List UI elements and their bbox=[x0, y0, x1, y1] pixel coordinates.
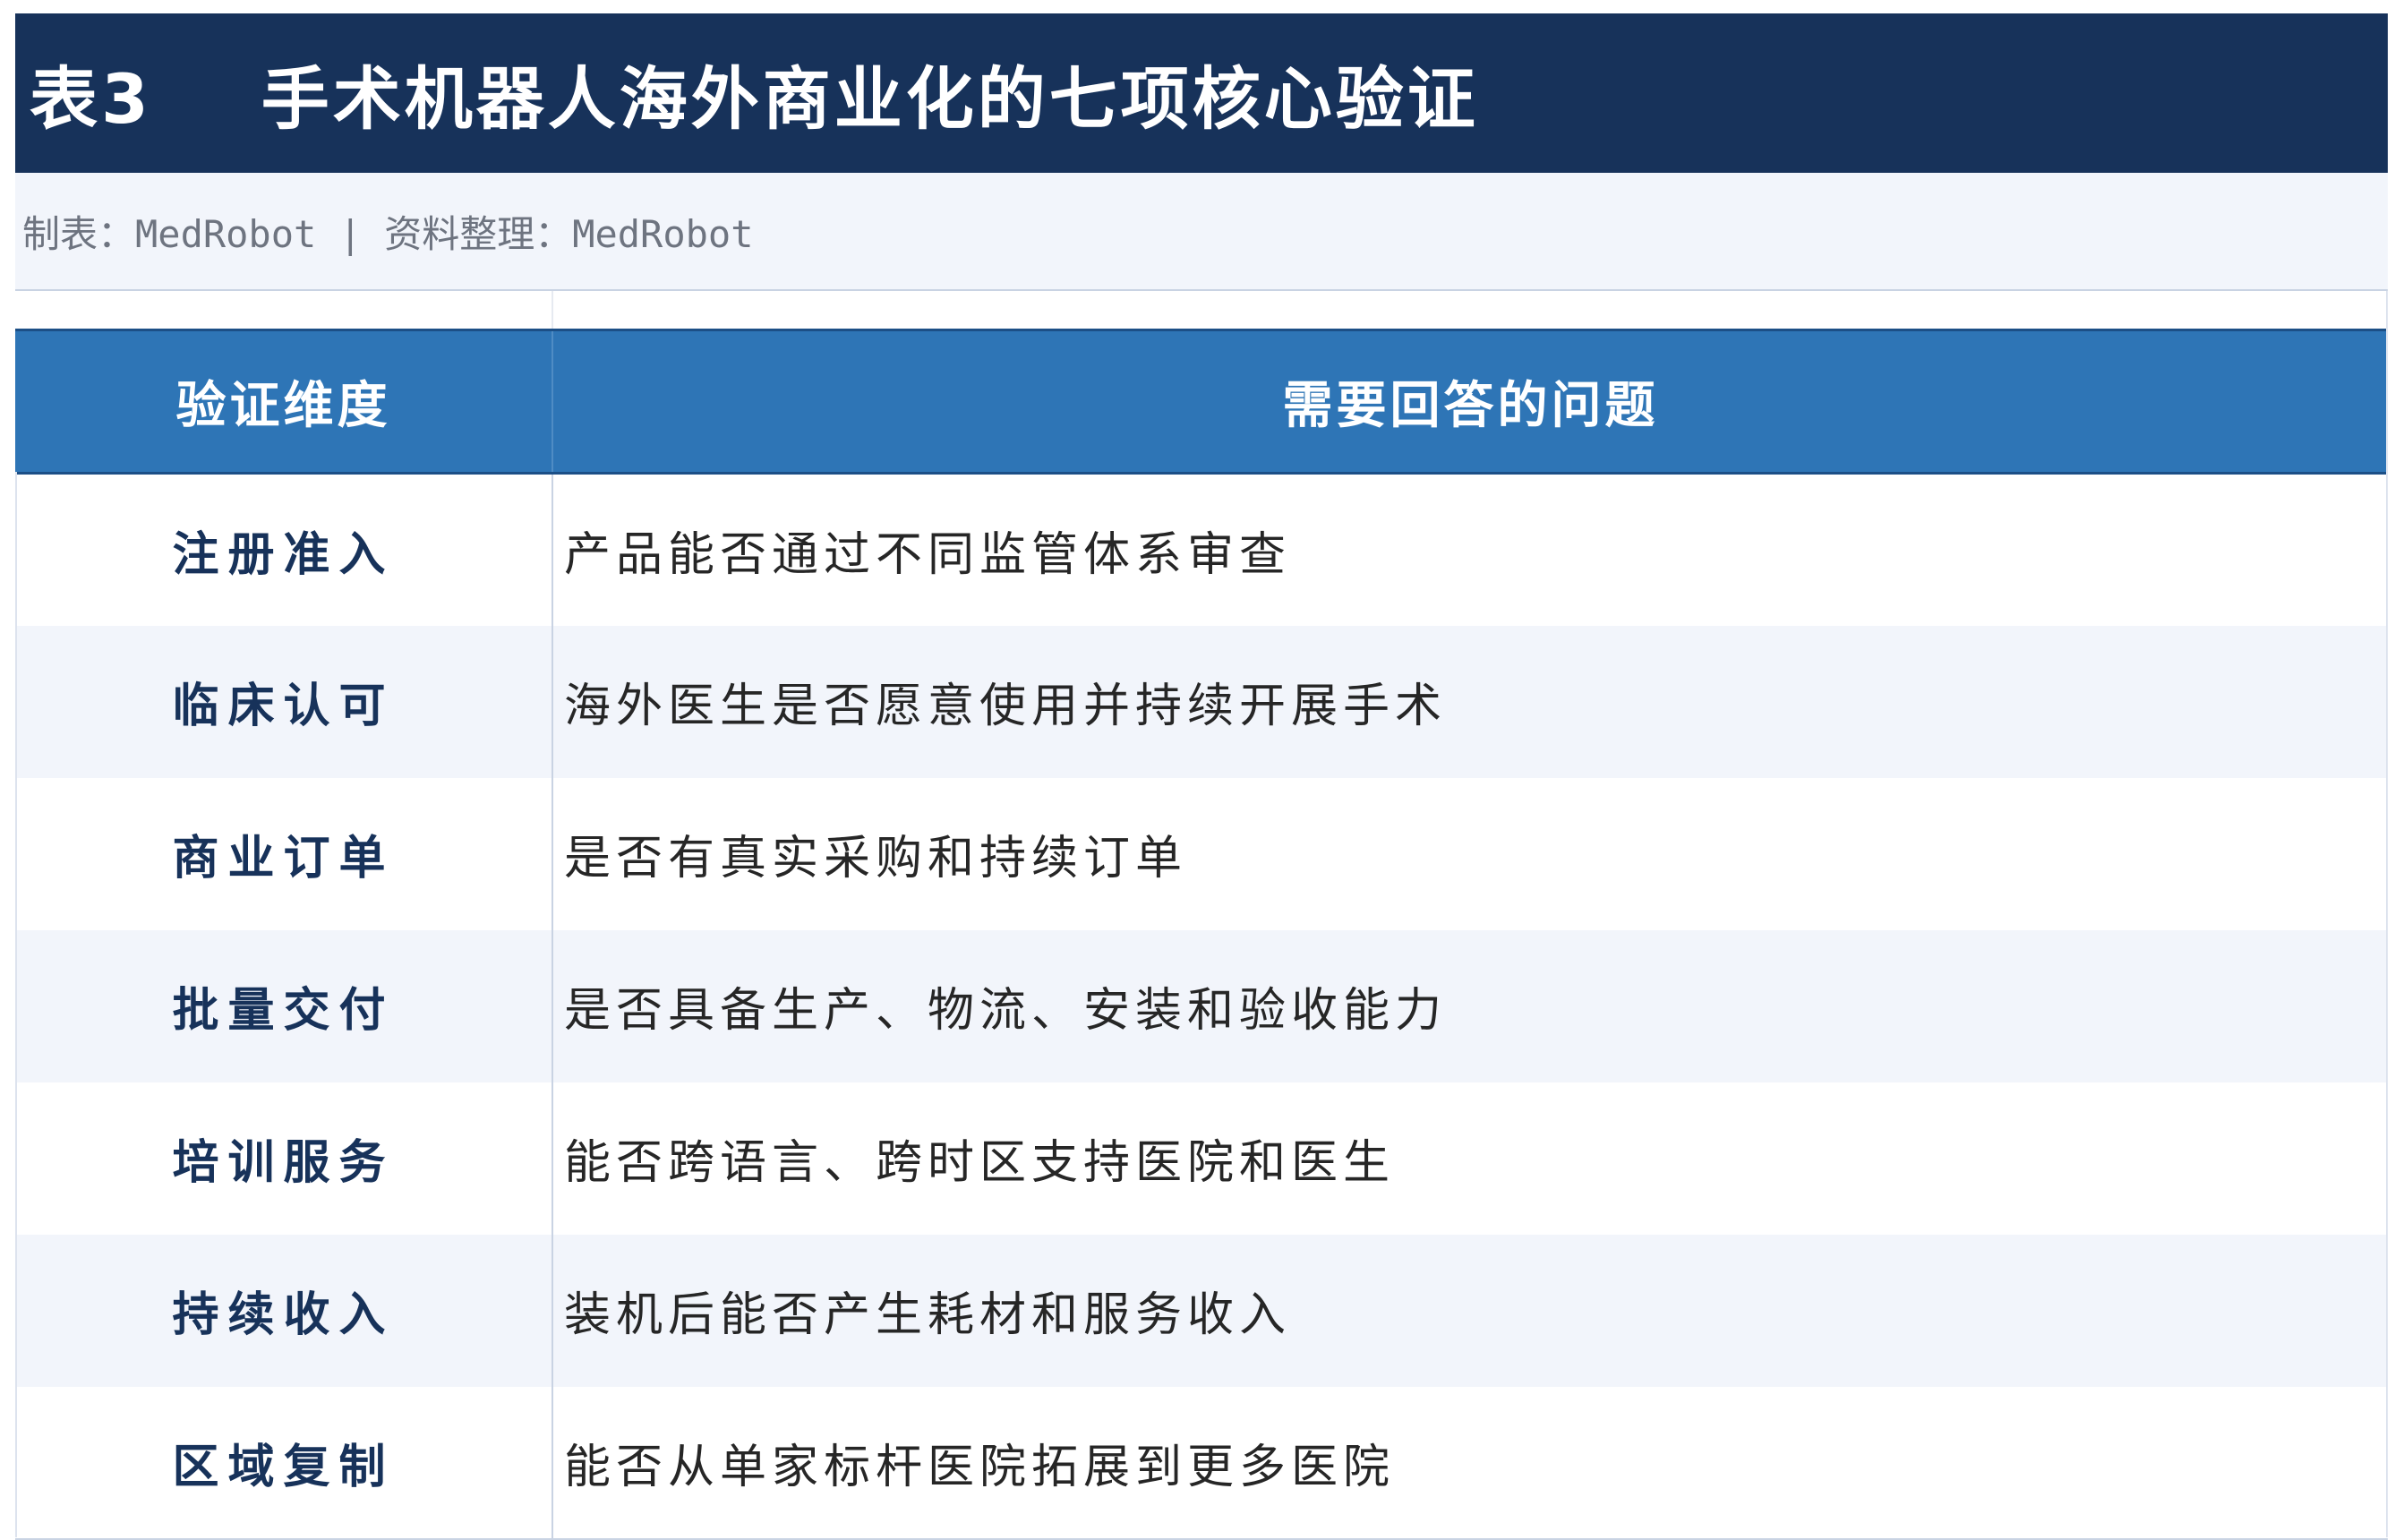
table-header-row: 验证维度 需要回答的问题 bbox=[15, 329, 2388, 475]
dimension-cell: 批量交付 bbox=[15, 929, 553, 1082]
source-data-by: 资料整理：MedRobot bbox=[384, 211, 754, 256]
question-cell: 是否有真实采购和持续订单 bbox=[552, 777, 2388, 930]
question-cell: 装机后能否产生耗材和服务收入 bbox=[552, 1234, 2388, 1387]
table-title: 表3 手术机器人海外商业化的七项核心验证 bbox=[15, 44, 1479, 142]
table-number: 表3 bbox=[30, 59, 152, 139]
dimension-cell: 持续收入 bbox=[15, 1234, 553, 1387]
dimension-cell: 注册准入 bbox=[15, 473, 553, 626]
question-cell: 能否跨语言、跨时区支持医院和医生 bbox=[552, 1082, 2388, 1235]
column-divider-stub bbox=[552, 291, 553, 329]
title-bar: 表3 手术机器人海外商业化的七项核心验证 bbox=[15, 13, 2388, 173]
dimension-cell: 商业订单 bbox=[15, 777, 553, 930]
question-cell: 海外医生是否愿意使用并持续开展手术 bbox=[552, 625, 2388, 778]
table-row: 临床认可 海外医生是否愿意使用并持续开展手术 bbox=[15, 625, 2388, 778]
table-figure: 表3 手术机器人海外商业化的七项核心验证 制表：MedRobot | 资料整理：… bbox=[15, 13, 2388, 1540]
question-cell: 能否从单家标杆医院拓展到更多医院 bbox=[552, 1386, 2388, 1540]
table-left-border bbox=[15, 472, 17, 1537]
table-row: 批量交付 是否具备生产、物流、安装和验收能力 bbox=[15, 929, 2388, 1082]
table-title-text: 手术机器人海外商业化的七项核心验证 bbox=[261, 59, 1479, 139]
table-right-border bbox=[2386, 291, 2388, 1537]
spacer bbox=[15, 291, 2388, 329]
table-row: 区域复制 能否从单家标杆医院拓展到更多医院 bbox=[15, 1386, 2388, 1540]
dimension-cell: 区域复制 bbox=[15, 1386, 553, 1540]
table-row: 持续收入 装机后能否产生耗材和服务收入 bbox=[15, 1234, 2388, 1387]
question-cell: 是否具备生产、物流、安装和验收能力 bbox=[552, 929, 2388, 1082]
table-row: 培训服务 能否跨语言、跨时区支持医院和医生 bbox=[15, 1082, 2388, 1235]
source-bar: 制表：MedRobot | 资料整理：MedRobot bbox=[15, 173, 2388, 291]
validation-table: 验证维度 需要回答的问题 注册准入 产品能否通过不同监管体系审查 临床认可 海外… bbox=[15, 329, 2388, 1540]
header-question: 需要回答的问题 bbox=[552, 329, 2388, 475]
source-note: 制表：MedRobot | 资料整理：MedRobot bbox=[15, 204, 753, 259]
source-separator: | bbox=[338, 211, 362, 256]
source-made-by: 制表：MedRobot bbox=[22, 211, 317, 256]
table-row: 商业订单 是否有真实采购和持续订单 bbox=[15, 777, 2388, 930]
question-cell: 产品能否通过不同监管体系审查 bbox=[552, 473, 2388, 626]
dimension-cell: 临床认可 bbox=[15, 625, 553, 778]
dimension-cell: 培训服务 bbox=[15, 1082, 553, 1235]
header-dimension: 验证维度 bbox=[15, 329, 553, 475]
table-row: 注册准入 产品能否通过不同监管体系审查 bbox=[15, 473, 2388, 626]
